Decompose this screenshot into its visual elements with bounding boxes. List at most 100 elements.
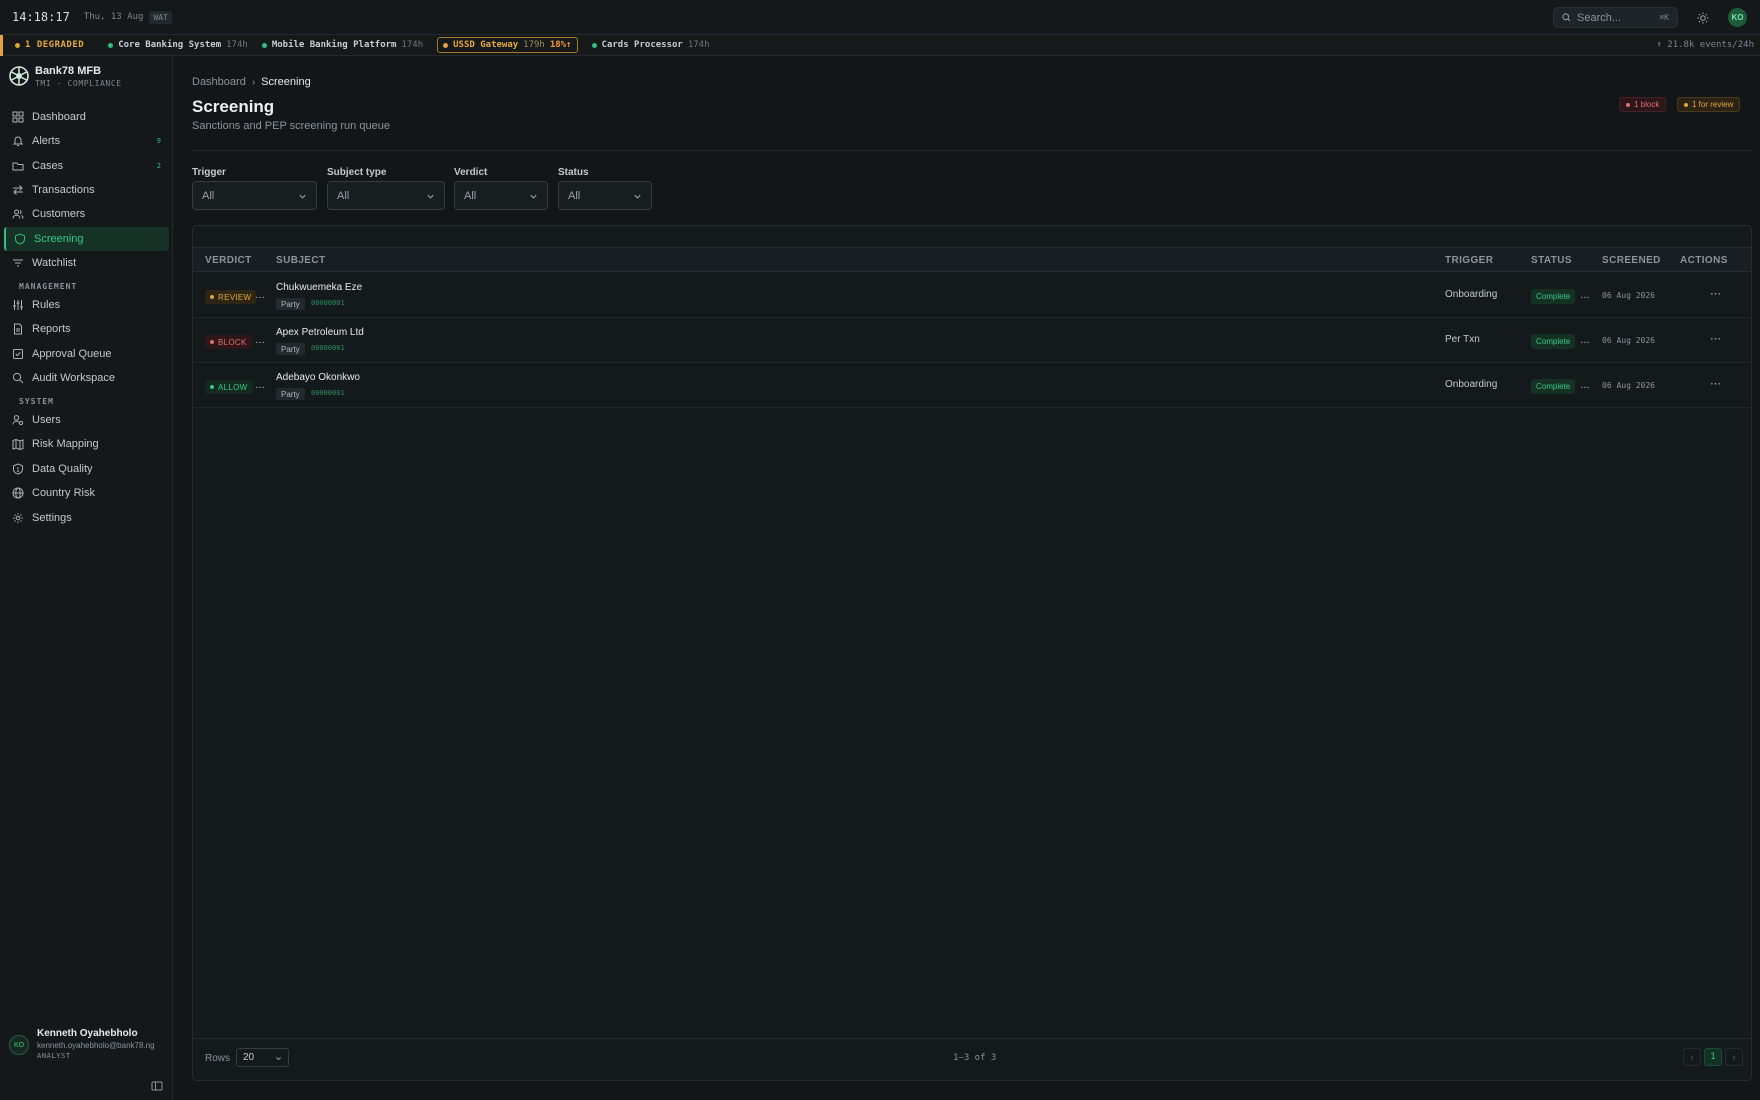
service-uptime: 179h [523,40,545,50]
sidebar-item-settings[interactable]: Settings [4,506,169,530]
subject-name[interactable]: Apex Petroleum Ltd [276,327,364,338]
transfer-arrows-icon [13,185,23,195]
more-actions-icon[interactable]: ⋯ [1710,332,1724,346]
truncation-ellipsis: … [255,380,265,391]
pagination-page-button[interactable]: 1 [1704,1048,1722,1066]
date: Thu, 13 Aug [83,12,144,22]
breadcrumb-dashboard-link[interactable]: Dashboard [192,76,246,88]
truncation-ellipsis: … [1580,335,1590,346]
grid-icon [12,111,24,123]
sidebar-item-data-quality[interactable]: Data Quality [4,457,169,481]
table-row[interactable]: REVIEW … Chukwuemeka Eze Party 00000001 … [193,273,1751,318]
sidebar-item-screening[interactable]: Screening [4,227,169,251]
sun-icon [1697,12,1709,24]
brand[interactable]: Bank78 MFB TMI · COMPLIANCE [9,65,121,88]
verdict-select[interactable]: All [454,181,548,210]
degraded-indicator[interactable]: 1 DEGRADED [0,34,94,56]
sidebar-item-reports[interactable]: Reports [4,317,169,341]
checkbox-icon [13,349,23,359]
chevron-down-icon [276,1057,281,1061]
service-core-banking[interactable]: Core Banking System 174h [108,40,248,50]
chevron-down-icon [299,194,306,199]
status-select[interactable]: All [558,181,652,210]
service-cards-processor[interactable]: Cards Processor 174h [591,40,710,50]
column-header-screened[interactable]: SCREENED [1602,255,1661,266]
trigger-value: Onboarding [1445,289,1498,300]
sidebar-item-users[interactable]: Users [4,408,169,432]
sidebar-collapse-icon[interactable] [151,1080,163,1092]
sidebar-item-approval-queue[interactable]: Approval Queue [4,342,169,366]
subject-type-select[interactable]: All [327,181,445,210]
status-dot-icon [1626,102,1630,107]
sidebar-item-label: Customers [32,208,86,220]
select-value: 20 [243,1052,255,1063]
sidebar-item-country-risk[interactable]: Country Risk [4,481,169,505]
review-count-label: 1 for review [1692,100,1734,109]
block-count-badge[interactable]: 1 block [1619,97,1667,112]
verdict-badge: BLOCK [205,335,252,349]
column-header-trigger[interactable]: TRIGGER [1445,255,1493,266]
warning-dot-icon [15,42,20,48]
search-shortcut: ⌘K [1659,13,1669,22]
user-profile[interactable]: KO Kenneth Oyahebholo kenneth.oyahebholo… [9,1027,169,1061]
sidebar-item-watchlist[interactable]: Watchlist [4,251,169,275]
status-dot-icon [210,385,214,389]
sidebar-item-alerts[interactable]: Alerts 9 [4,129,169,153]
brand-subtitle: TMI · COMPLIANCE [35,79,122,88]
main-content: Dashboard › Screening Screening Sanction… [174,56,1760,1100]
status-dot-icon [108,42,114,48]
sidebar-item-cases[interactable]: Cases 2 [4,154,169,178]
rows-per-page-select[interactable]: 20 [236,1048,289,1067]
sidebar-item-label: Alerts [32,135,61,147]
theme-toggle-button[interactable] [1694,9,1712,27]
select-value: All [337,189,350,202]
column-header-actions: ACTIONS [1680,255,1728,266]
search-input[interactable]: Search... ⌘K [1553,7,1678,28]
service-ussd-gateway[interactable]: USSD Gateway 179h 18%↑ [437,37,578,53]
truncation-ellipsis: … [255,335,265,346]
sidebar-item-customers[interactable]: Customers [4,202,169,226]
background-decoration [1738,470,1760,920]
page-title: Screening [192,97,275,116]
subject-type-tag: Party [276,388,305,400]
subject-name[interactable]: Chukwuemeka Eze [276,282,362,293]
service-mobile-banking[interactable]: Mobile Banking Platform 174h [261,40,423,50]
select-value: All [568,189,581,202]
subject-type-tag: Party [276,298,305,310]
map-icon [12,438,24,450]
sidebar-item-transactions[interactable]: Transactions [4,178,169,202]
system-status-strip: 1 DEGRADED Core Banking System 174h Mobi… [0,34,1760,56]
user-avatar-button[interactable]: KO [1728,8,1747,27]
table-row[interactable]: BLOCK … Apex Petroleum Ltd Party 0000000… [193,318,1751,363]
user-email: kenneth.oyahebholo@bank78.ng [37,1041,155,1050]
block-count-label: 1 block [1634,100,1660,109]
chevron-right-icon: › [1732,1052,1736,1062]
filter-label: Subject type [327,167,387,178]
status-dot-icon [261,42,267,48]
sidebar-item-risk-mapping[interactable]: Risk Mapping [4,432,169,456]
verdict-label: ALLOW [218,382,248,392]
trigger-value: Per Txn [1445,334,1480,345]
pagination-next-button[interactable]: › [1725,1048,1743,1066]
pagination-prev-button[interactable]: ‹ [1683,1048,1701,1066]
status-badge: Complete [1531,379,1576,394]
more-actions-icon[interactable]: ⋯ [1710,377,1724,391]
review-count-badge[interactable]: 1 for review [1677,97,1741,112]
sidebar-item-label: Audit Workspace [32,372,115,384]
shield-check-icon [13,463,23,475]
nav-section-management: MANAGEMENT [19,282,78,291]
subject-name[interactable]: Adebayo Okonkwo [276,372,360,383]
service-error-rate: 18%↑ [549,40,572,50]
top-bar: 14:18:17 Thu, 13 Aug WAT Search... ⌘K KO [0,0,1760,35]
sidebar-item-dashboard[interactable]: Dashboard [4,105,169,129]
column-header-status[interactable]: STATUS [1531,255,1572,266]
trigger-select[interactable]: All [192,181,317,210]
more-actions-icon[interactable]: ⋯ [1710,287,1724,301]
sidebar-item-rules[interactable]: Rules [4,293,169,317]
sidebar-item-label: Reports [32,323,71,335]
table-row[interactable]: ALLOW … Adebayo Okonkwo Party 00000001 O… [193,363,1751,408]
column-header-subject[interactable]: SUBJECT [276,255,325,266]
sidebar-item-audit-workspace[interactable]: Audit Workspace [4,366,169,390]
column-header-verdict[interactable]: VERDICT [205,255,252,266]
truncation-ellipsis: … [1580,290,1590,301]
